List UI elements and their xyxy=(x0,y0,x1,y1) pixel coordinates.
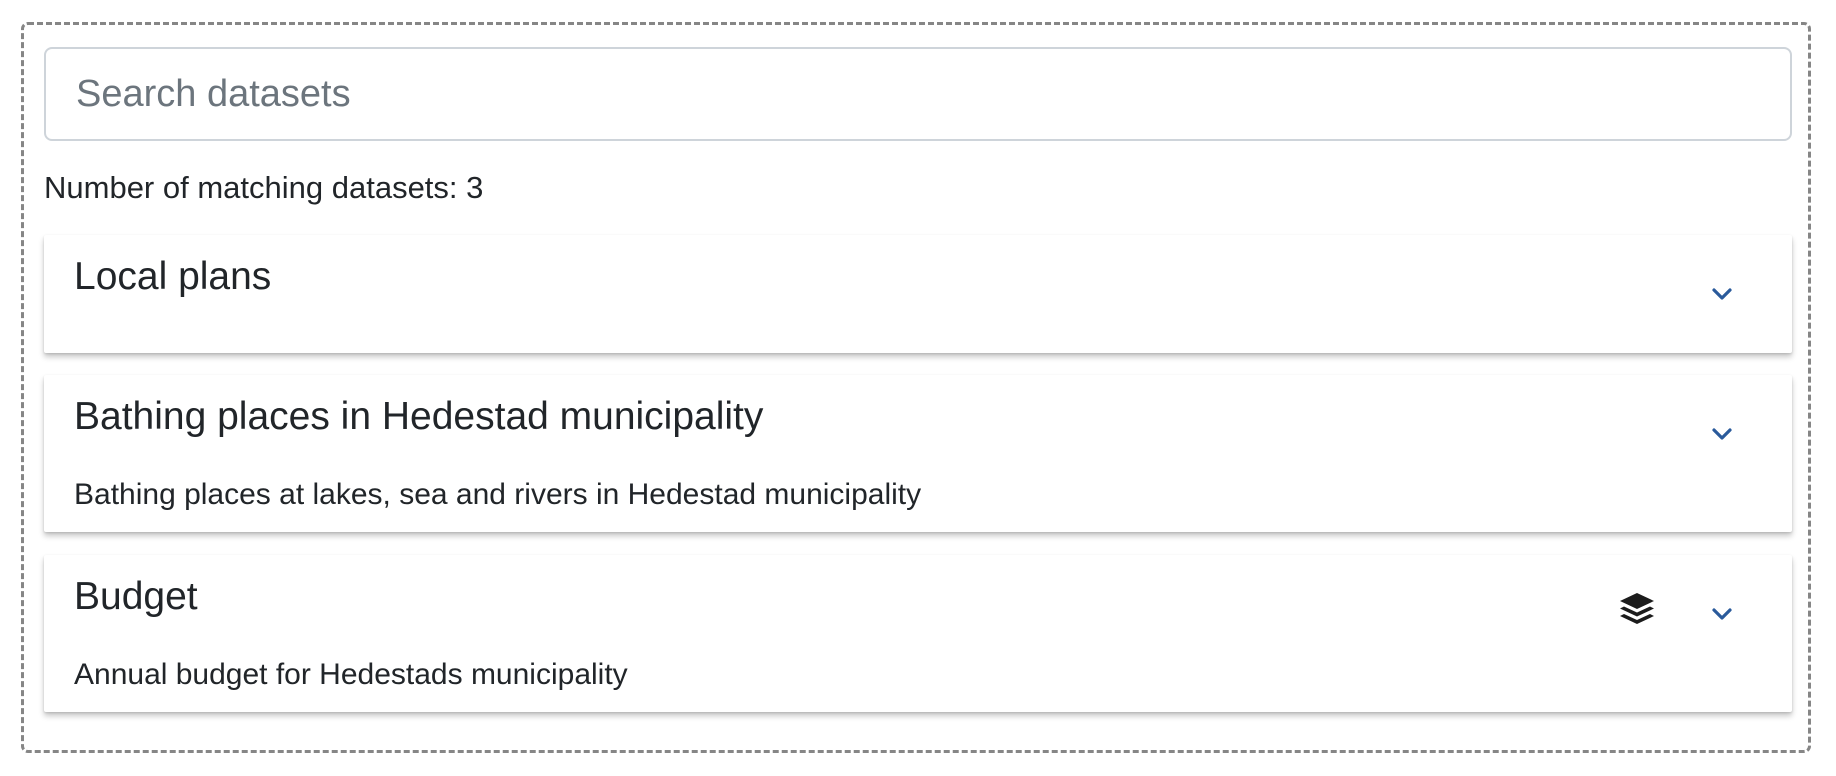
matching-datasets-count: Number of matching datasets: 3 xyxy=(44,170,484,205)
chevron-down-icon[interactable] xyxy=(1708,280,1736,308)
dataset-card-local-plans[interactable]: Local plans xyxy=(44,235,1792,353)
chevron-down-icon[interactable] xyxy=(1708,420,1736,448)
dataset-title: Bathing places in Hedestad municipality xyxy=(74,395,764,438)
dataset-card-bathing-places[interactable]: Bathing places in Hedestad municipality … xyxy=(44,375,1792,532)
dataset-description: Bathing places at lakes, sea and rivers … xyxy=(74,478,922,511)
layers-icon[interactable] xyxy=(1617,590,1657,630)
chevron-down-icon[interactable] xyxy=(1708,600,1736,628)
dataset-card-budget[interactable]: Budget Annual budget for Hedestads munic… xyxy=(44,555,1792,712)
dataset-description: Annual budget for Hedestads municipality xyxy=(74,658,628,691)
dataset-title: Local plans xyxy=(74,255,272,298)
dataset-title: Budget xyxy=(74,575,198,618)
search-input[interactable] xyxy=(44,47,1792,141)
